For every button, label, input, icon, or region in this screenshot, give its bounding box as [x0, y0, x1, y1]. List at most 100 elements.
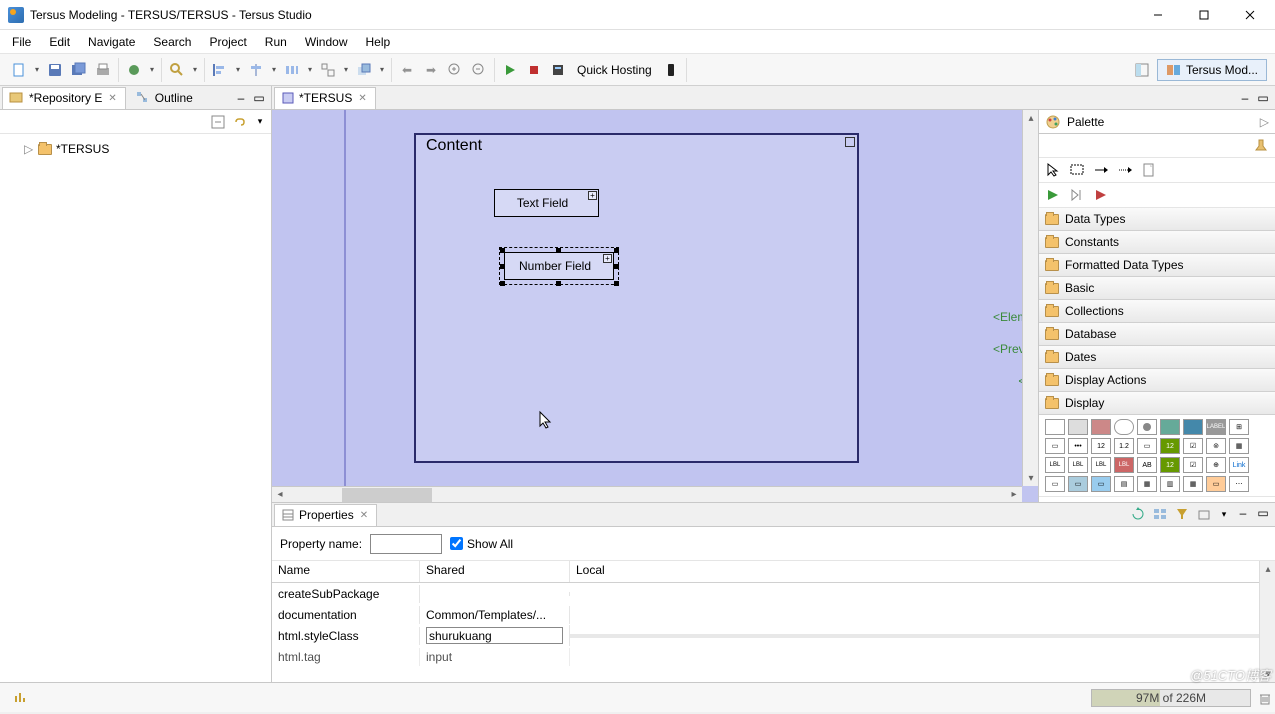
scroll-up-arrow[interactable]: ▴: [1260, 561, 1275, 577]
view-menu-button[interactable]: ▾: [253, 113, 267, 131]
drawer-basic[interactable]: Basic: [1039, 277, 1275, 300]
close-icon[interactable]: ✕: [106, 93, 118, 104]
scroll-left-arrow[interactable]: ◂: [272, 487, 288, 503]
marquee-tool[interactable]: [1069, 162, 1085, 178]
palette-item[interactable]: ▭: [1091, 476, 1111, 492]
palette-item[interactable]: ▦: [1137, 476, 1157, 492]
maximize-button[interactable]: [1181, 0, 1227, 30]
run-tool[interactable]: [1045, 187, 1061, 203]
quick-hosting-label[interactable]: Quick Hosting: [571, 63, 658, 77]
close-icon[interactable]: ✕: [358, 510, 370, 521]
align-left-button[interactable]: [209, 59, 231, 81]
palette-item[interactable]: 12: [1091, 438, 1111, 454]
drawer-formatted-data-types[interactable]: Formatted Data Types: [1039, 254, 1275, 277]
server-icon[interactable]: [547, 59, 569, 81]
palette-item[interactable]: 12: [1160, 457, 1180, 473]
scroll-thumb[interactable]: [342, 488, 432, 502]
step-tool[interactable]: [1069, 187, 1085, 203]
palette-item[interactable]: [1045, 419, 1065, 435]
menu-navigate[interactable]: Navigate: [80, 33, 143, 51]
cell-shared[interactable]: input: [420, 648, 570, 666]
scroll-up-arrow[interactable]: ▴: [1023, 110, 1038, 126]
cell-shared-editing[interactable]: [420, 625, 570, 646]
palette-item[interactable]: LBL: [1091, 457, 1111, 473]
palette-item[interactable]: ▭: [1045, 476, 1065, 492]
palette-item[interactable]: LABEL: [1206, 419, 1226, 435]
select-tool[interactable]: [1045, 162, 1061, 178]
note-tool[interactable]: [1141, 162, 1157, 178]
palette-item[interactable]: AB: [1137, 457, 1157, 473]
drawer-display-actions[interactable]: Display Actions: [1039, 369, 1275, 392]
refresh-button[interactable]: [1129, 505, 1147, 523]
cell-local[interactable]: [570, 655, 1275, 659]
palette-item[interactable]: ▦: [1229, 438, 1249, 454]
collapse-all-button[interactable]: [209, 113, 227, 131]
palette-item[interactable]: LBL: [1114, 457, 1134, 473]
show-all-checkbox[interactable]: Show All: [450, 537, 513, 551]
filter-button[interactable]: [1173, 505, 1191, 523]
zoom-out-button[interactable]: [468, 59, 490, 81]
palette-item[interactable]: ⊚: [1206, 438, 1226, 454]
table-row-selected[interactable]: html.styleClass: [272, 625, 1275, 646]
model-canvas[interactable]: Content Text Field + Number Field +: [272, 110, 1038, 502]
palette-item[interactable]: ▥: [1160, 476, 1180, 492]
cell-local[interactable]: [570, 592, 1275, 596]
drawer-data-types[interactable]: Data Types: [1039, 208, 1275, 231]
menu-project[interactable]: Project: [201, 33, 254, 51]
tab-properties[interactable]: Properties ✕: [274, 504, 377, 526]
table-row[interactable]: createSubPackage: [272, 583, 1275, 604]
plus-icon[interactable]: +: [588, 191, 597, 200]
categories-button[interactable]: [1151, 505, 1169, 523]
perspective-button[interactable]: Tersus Mod...: [1157, 59, 1267, 81]
drawer-display[interactable]: Display: [1039, 392, 1275, 415]
palette-item[interactable]: 12: [1160, 438, 1180, 454]
print-button[interactable]: [92, 59, 114, 81]
close-button[interactable]: [1227, 0, 1273, 30]
view-menu-button[interactable]: ▾: [1217, 505, 1231, 523]
collapse-icon[interactable]: [845, 137, 855, 147]
link-editor-button[interactable]: [231, 113, 249, 131]
menu-window[interactable]: Window: [297, 33, 356, 51]
palette-item[interactable]: [1183, 419, 1203, 435]
palette-item[interactable]: Link: [1229, 457, 1249, 473]
distribute-button[interactable]: [281, 59, 303, 81]
palette-item[interactable]: ▭: [1068, 476, 1088, 492]
palette-item[interactable]: ▤: [1114, 476, 1134, 492]
scroll-right-arrow[interactable]: ▸: [1006, 487, 1022, 503]
palette-item[interactable]: [1068, 419, 1088, 435]
palette-item[interactable]: ⊞: [1229, 419, 1249, 435]
palette-item[interactable]: ▭: [1045, 438, 1065, 454]
minimize-view-button[interactable]: ‒: [233, 90, 249, 106]
align-dropdown[interactable]: ▾: [233, 65, 243, 74]
scroll-down-arrow[interactable]: ▾: [1023, 470, 1038, 486]
cell-shared[interactable]: [420, 592, 570, 596]
tree-item-tersus[interactable]: ▷ *TERSUS: [8, 140, 263, 158]
align-center-button[interactable]: [245, 59, 267, 81]
palette-item[interactable]: •••: [1068, 438, 1088, 454]
size-dropdown[interactable]: ▾: [341, 65, 351, 74]
maximize-editor-button[interactable]: ▭: [1255, 90, 1271, 106]
cell-local[interactable]: [570, 613, 1275, 617]
device-icon[interactable]: [660, 59, 682, 81]
table-row[interactable]: html.tag input: [272, 646, 1275, 667]
palette-item[interactable]: [1091, 419, 1111, 435]
table-row[interactable]: documentation Common/Templates/...: [272, 604, 1275, 625]
run-red-tool[interactable]: [1093, 187, 1109, 203]
stop-button[interactable]: [523, 59, 545, 81]
menu-edit[interactable]: Edit: [41, 33, 78, 51]
drawer-database[interactable]: Database: [1039, 323, 1275, 346]
palette-item[interactable]: ⋯: [1229, 476, 1249, 492]
palette-item[interactable]: LBL: [1045, 457, 1065, 473]
minimize-button[interactable]: [1135, 0, 1181, 30]
palette-item[interactable]: ☑: [1183, 438, 1203, 454]
link-tool[interactable]: [1117, 162, 1133, 178]
palette-item[interactable]: [1160, 419, 1180, 435]
palette-item[interactable]: ▭: [1206, 476, 1226, 492]
column-local[interactable]: Local: [570, 561, 1275, 582]
property-name-input[interactable]: [370, 534, 442, 554]
editor-tab-tersus[interactable]: *TERSUS ✕: [274, 87, 376, 109]
minimize-view-button[interactable]: ‒: [1235, 505, 1251, 521]
gc-button[interactable]: [1255, 691, 1275, 705]
size-button[interactable]: [317, 59, 339, 81]
column-name[interactable]: Name: [272, 561, 420, 582]
